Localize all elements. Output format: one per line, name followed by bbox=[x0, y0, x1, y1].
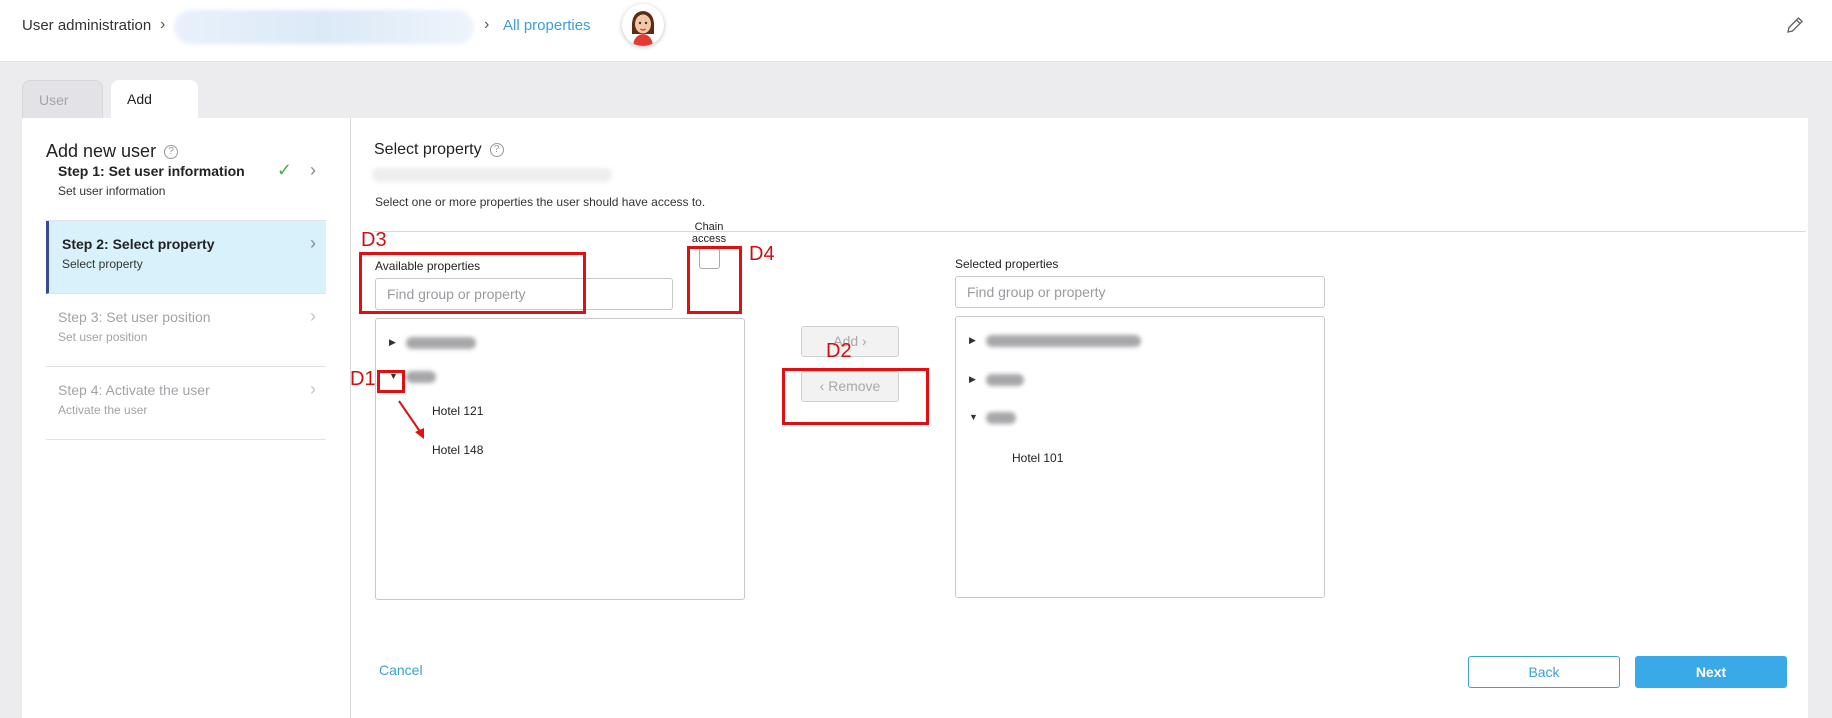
step-3[interactable]: Step 3: Set user position Set user posit… bbox=[46, 294, 326, 367]
back-button[interactable]: Back bbox=[1468, 656, 1620, 688]
section-divider bbox=[374, 231, 1806, 232]
annotation-box-d2 bbox=[782, 368, 929, 425]
next-button[interactable]: Next bbox=[1635, 656, 1787, 688]
pencil-icon[interactable] bbox=[1784, 14, 1806, 36]
available-properties-list: ▶ ▼ Hotel 121 Hotel 148 bbox=[375, 318, 745, 600]
expand-arrow-icon[interactable]: ▶ bbox=[389, 337, 396, 348]
annotation-box-d1 bbox=[377, 370, 405, 393]
annotation-box-d4 bbox=[687, 246, 742, 314]
step-subtitle: Set user information bbox=[58, 184, 166, 198]
annotation-arrow-icon bbox=[398, 400, 424, 439]
section-title: Select property? bbox=[374, 141, 504, 159]
help-icon[interactable]: ? bbox=[489, 142, 504, 157]
annotation-label-d1: D1 bbox=[350, 368, 376, 390]
step-title: Step 4: Activate the user bbox=[58, 382, 210, 398]
step-title: Step 3: Set user position bbox=[58, 309, 211, 325]
annotation-box-d3 bbox=[359, 252, 586, 314]
step-title: Step 2: Select property bbox=[62, 236, 215, 252]
avatar[interactable] bbox=[622, 4, 664, 46]
tab-add-user[interactable]: Add user bbox=[111, 80, 198, 145]
annotation-label-d4: D4 bbox=[749, 243, 775, 265]
annotation-label-d3: D3 bbox=[361, 229, 387, 251]
breadcrumb-user-administration[interactable]: User administration bbox=[22, 17, 151, 34]
blurred-breadcrumb bbox=[174, 10, 474, 44]
step-1[interactable]: Step 1: Set user information Set user in… bbox=[46, 148, 326, 221]
chevron-right-icon: › bbox=[310, 379, 316, 399]
list-item[interactable]: Hotel 148 bbox=[432, 443, 483, 457]
chevron-right-icon: › bbox=[160, 16, 166, 33]
step-subtitle: Set user position bbox=[58, 330, 148, 344]
selected-search-input[interactable] bbox=[955, 276, 1325, 308]
section-description: Select one or more properties the user s… bbox=[375, 195, 706, 209]
step-2[interactable]: Step 2: Select property Select property … bbox=[46, 221, 326, 294]
blurred-group-name[interactable] bbox=[406, 371, 436, 383]
top-header: User administration › › All properties bbox=[0, 0, 1832, 62]
annotation-label-d2: D2 bbox=[826, 340, 852, 362]
tab-user-list[interactable]: User list bbox=[22, 80, 103, 146]
step-title: Step 1: Set user information bbox=[58, 163, 245, 179]
panel-divider bbox=[350, 118, 351, 718]
chevron-right-icon: › bbox=[310, 160, 316, 180]
blurred-group-name[interactable] bbox=[986, 412, 1016, 424]
blurred-group-name[interactable] bbox=[986, 374, 1024, 386]
expand-arrow-icon[interactable]: ▶ bbox=[969, 335, 976, 346]
collapse-arrow-icon[interactable]: ▼ bbox=[969, 412, 978, 422]
selected-properties-label: Selected properties bbox=[955, 257, 1059, 271]
check-icon: ✓ bbox=[276, 160, 292, 180]
list-item[interactable]: Hotel 101 bbox=[1012, 451, 1063, 465]
blurred-group-name[interactable] bbox=[986, 335, 1141, 347]
chevron-right-icon: › bbox=[484, 16, 490, 33]
chevron-right-icon: › bbox=[310, 233, 316, 253]
avatar-image bbox=[622, 4, 664, 46]
chain-access-label: Chain access bbox=[691, 221, 727, 245]
selected-properties-list: ▶ ▶ ▼ Hotel 101 bbox=[955, 316, 1325, 598]
step-subtitle: Activate the user bbox=[58, 403, 148, 417]
step-4[interactable]: Step 4: Activate the user Activate the u… bbox=[46, 367, 326, 440]
expand-arrow-icon[interactable]: ▶ bbox=[969, 374, 976, 385]
blurred-group-name[interactable] bbox=[406, 337, 476, 349]
chevron-right-icon: › bbox=[310, 306, 316, 326]
list-item[interactable]: Hotel 121 bbox=[432, 404, 483, 418]
breadcrumb-all-properties[interactable]: All properties bbox=[503, 17, 591, 34]
blurred-subtitle bbox=[372, 168, 612, 182]
step-subtitle: Select property bbox=[62, 257, 143, 271]
cancel-link[interactable]: Cancel bbox=[379, 662, 423, 678]
section-title-text: Select property bbox=[374, 141, 482, 158]
